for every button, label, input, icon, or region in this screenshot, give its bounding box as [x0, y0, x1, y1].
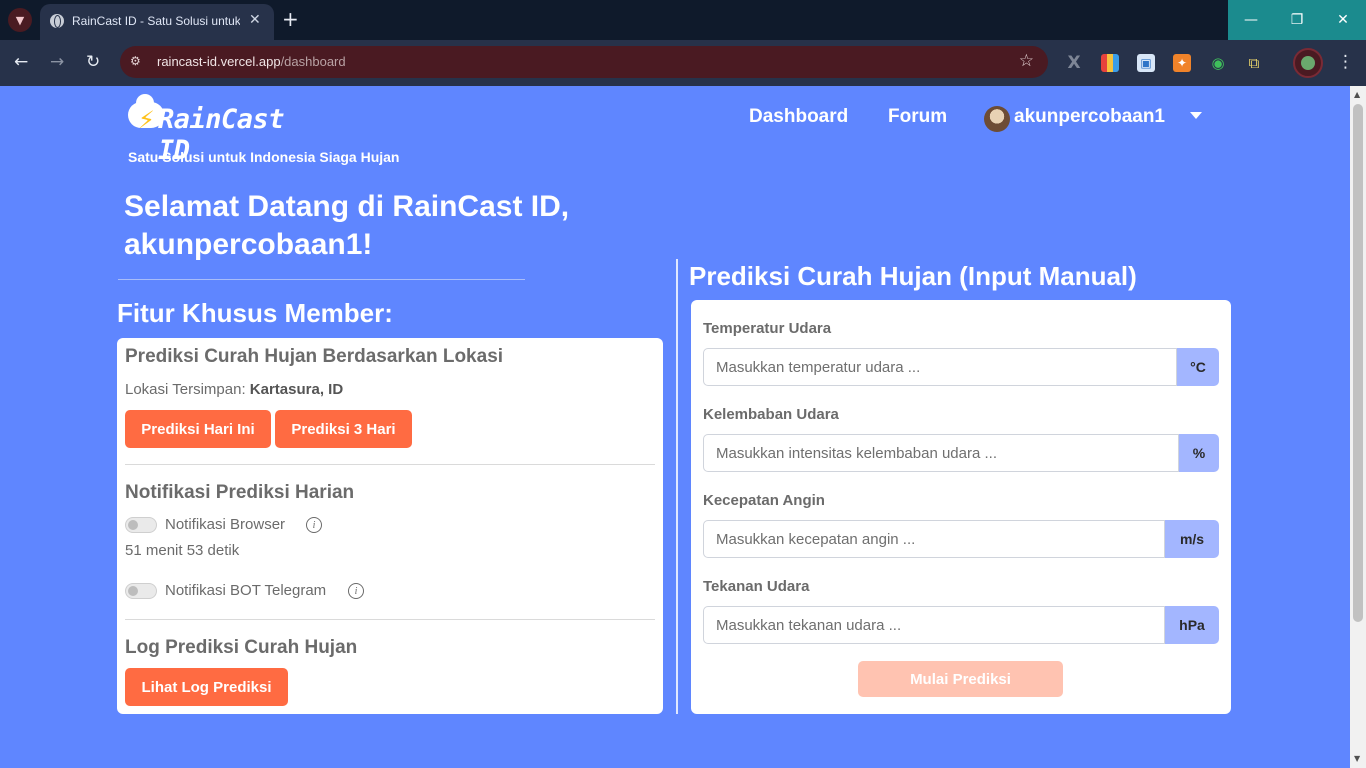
- x-extension-icon[interactable]: X: [1065, 53, 1083, 73]
- restore-icon[interactable]: ❐: [1274, 0, 1320, 40]
- features-heading: Fitur Khusus Member:: [117, 298, 393, 328]
- predict-3-days-button[interactable]: Prediksi 3 Hari: [275, 410, 412, 448]
- info-icon[interactable]: i: [306, 517, 322, 533]
- metamask-fox-icon[interactable]: ✦: [1173, 54, 1191, 72]
- divider: [125, 619, 655, 620]
- manual-prediction-card: Temperatur Udara °C Kelembaban Udara % K…: [691, 300, 1231, 714]
- notification-countdown: 51 menit 53 detik: [125, 542, 240, 559]
- column-divider: [676, 259, 678, 714]
- telegram-notification-toggle[interactable]: [125, 583, 157, 599]
- user-avatar[interactable]: [984, 106, 1010, 132]
- wind-speed-input-group: m/s: [703, 520, 1219, 558]
- nav-dashboard[interactable]: Dashboard: [749, 106, 848, 128]
- saved-location: Lokasi Tersimpan: Kartasura, ID: [125, 381, 343, 398]
- browser-notification-toggle[interactable]: [125, 517, 157, 533]
- tab-title: RainCast ID - Satu Solusi untuk: [72, 14, 240, 28]
- page-scrollbar[interactable]: ▲ ▼: [1350, 86, 1366, 768]
- extensions-puzzle-icon[interactable]: ⧉: [1245, 54, 1263, 72]
- saved-location-value: Kartasura, ID: [249, 381, 344, 398]
- tab-search-icon[interactable]: ▼: [8, 8, 32, 32]
- start-prediction-button[interactable]: Mulai Prediksi: [858, 661, 1063, 697]
- divider: [125, 464, 655, 465]
- browser-tab-strip: ▼ RainCast ID - Satu Solusi untuk ✕ + — …: [0, 0, 1366, 40]
- welcome-heading: Selamat Datang di RainCast ID, akunperco…: [124, 188, 644, 264]
- reload-icon[interactable]: ↻: [86, 52, 100, 72]
- close-tab-icon[interactable]: ✕: [249, 12, 261, 28]
- scroll-down-icon[interactable]: ▼: [1354, 754, 1360, 763]
- wind-speed-label: Kecepatan Angin: [703, 492, 825, 509]
- saved-location-label: Lokasi Tersimpan:: [125, 381, 246, 398]
- forward-icon[interactable]: →: [50, 52, 64, 72]
- humidity-label: Kelembaban Udara: [703, 406, 839, 423]
- tagline: Satu Solusi untuk Indonesia Siaga Hujan: [128, 149, 400, 165]
- member-features-card: Prediksi Curah Hujan Berdasarkan Lokasi …: [117, 338, 663, 714]
- url-text: raincast-id.vercel.app/dashboard: [157, 54, 346, 69]
- scrollbar-thumb[interactable]: [1353, 104, 1363, 622]
- pressure-input-group: hPa: [703, 606, 1219, 644]
- pressure-label: Tekanan Udara: [703, 578, 810, 595]
- temperature-unit: °C: [1177, 348, 1219, 386]
- close-window-icon[interactable]: ✕: [1320, 0, 1366, 40]
- browser-tab[interactable]: RainCast ID - Satu Solusi untuk ✕: [40, 4, 274, 40]
- profile-avatar[interactable]: [1293, 48, 1323, 78]
- colorful-extension-icon[interactable]: [1101, 54, 1119, 72]
- wind-speed-input[interactable]: [703, 520, 1165, 558]
- eye-extension-icon[interactable]: ◉: [1209, 54, 1227, 72]
- browser-notification-label: Notifikasi Browser: [165, 516, 286, 533]
- back-icon[interactable]: ←: [14, 52, 28, 72]
- address-bar[interactable]: ⚙ raincast-id.vercel.app/dashboard ☆: [120, 46, 1048, 78]
- temperature-label: Temperatur Udara: [703, 320, 832, 337]
- manual-prediction-heading: Prediksi Curah Hujan (Input Manual): [689, 261, 1137, 291]
- nav-forum[interactable]: Forum: [888, 106, 947, 128]
- location-prediction-title: Prediksi Curah Hujan Berdasarkan Lokasi: [125, 346, 504, 367]
- welcome-line-2: akunpercobaan1!: [124, 228, 373, 261]
- globe-icon: [50, 14, 64, 28]
- pressure-input[interactable]: [703, 606, 1165, 644]
- divider: [118, 279, 525, 280]
- telegram-notification-label: Notifikasi BOT Telegram: [165, 582, 327, 599]
- wind-speed-unit: m/s: [1165, 520, 1219, 558]
- scroll-up-icon[interactable]: ▲: [1354, 90, 1360, 99]
- temperature-input-group: °C: [703, 348, 1219, 386]
- humidity-unit: %: [1179, 434, 1219, 472]
- raincast-logo[interactable]: ⚡ RainCast ID: [128, 94, 328, 166]
- browser-toolbar: ← → ↻ ⚙ raincast-id.vercel.app/dashboard…: [0, 40, 1366, 86]
- humidity-input[interactable]: [703, 434, 1179, 472]
- lightning-icon: ⚡: [138, 106, 155, 134]
- chevron-down-icon[interactable]: [1190, 112, 1202, 119]
- view-log-button[interactable]: Lihat Log Prediksi: [125, 668, 288, 706]
- new-tab-icon[interactable]: +: [282, 7, 299, 31]
- humidity-input-group: %: [703, 434, 1219, 472]
- predict-today-button[interactable]: Prediksi Hari Ini: [125, 410, 271, 448]
- minimize-icon[interactable]: —: [1228, 0, 1274, 40]
- user-menu-name[interactable]: akunpercobaan1: [1014, 106, 1165, 128]
- browser-menu-icon[interactable]: ⋮: [1337, 52, 1354, 72]
- screenshot-extension-icon[interactable]: ▣: [1137, 54, 1155, 72]
- dashboard-page: ⚡ RainCast ID Satu Solusi untuk Indonesi…: [0, 86, 1350, 768]
- pressure-unit: hPa: [1165, 606, 1219, 644]
- welcome-line-1: Selamat Datang di RainCast ID,: [124, 190, 570, 223]
- info-icon[interactable]: i: [348, 583, 364, 599]
- bookmark-star-icon[interactable]: ☆: [1019, 51, 1034, 71]
- prediction-log-title: Log Prediksi Curah Hujan: [125, 637, 358, 658]
- site-settings-icon[interactable]: ⚙: [130, 54, 146, 70]
- daily-notification-title: Notifikasi Prediksi Harian: [125, 482, 355, 503]
- temperature-input[interactable]: [703, 348, 1177, 386]
